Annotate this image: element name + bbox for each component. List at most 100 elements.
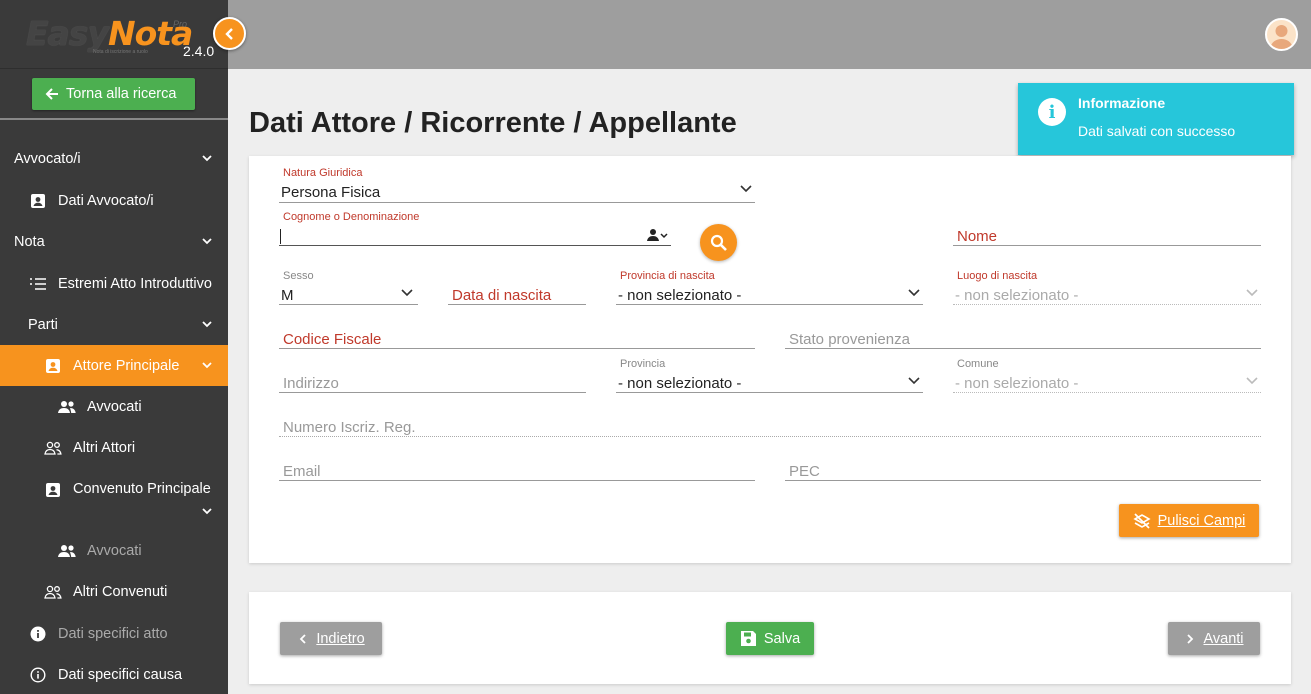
contact-card-icon	[44, 357, 62, 375]
save-label: Salva	[763, 630, 801, 647]
layers-clear-icon	[1132, 512, 1151, 529]
sidebar-item-altri-convenuti[interactable]: Altri Convenuti	[0, 571, 228, 612]
chevron-down-icon	[202, 238, 212, 245]
chevron-down-icon	[1246, 377, 1258, 385]
text-cursor	[280, 229, 281, 244]
save-icon	[740, 631, 756, 646]
chevron-down-icon	[908, 289, 920, 297]
pec-input[interactable]: PEC	[785, 461, 1261, 481]
sidebar-item-convenuto-principale[interactable]: Convenuto Principale	[0, 469, 228, 527]
numero-iscrizione-input[interactable]: Numero Iscriz. Reg.	[279, 417, 1261, 437]
sidebar-item-label: Convenuto Principale	[73, 481, 211, 497]
sidebar-item-estremi-atto[interactable]: Estremi Atto Introduttivo	[0, 263, 228, 304]
sidebar-item-dati-specifici-atto[interactable]: Dati specifici atto	[0, 613, 228, 654]
field-value: Persona Fisica	[281, 184, 381, 201]
sidebar-item-dati-avvocati[interactable]: Dati Avvocato/i	[0, 180, 228, 221]
email-input[interactable]: Email	[279, 461, 755, 481]
top-bar	[228, 0, 1311, 69]
provincia-select[interactable]: Provincia - non selezionato -	[616, 358, 923, 393]
chevron-down-icon	[1246, 289, 1258, 297]
person-type-dropdown-icon[interactable]	[647, 228, 669, 242]
chevron-down-icon	[202, 321, 212, 328]
chevron-down-icon	[908, 377, 920, 385]
sidebar-item-label: Altri Attori	[73, 439, 136, 456]
field-placeholder: Stato provenienza	[789, 331, 910, 348]
sidebar-section-nota[interactable]: Nota	[0, 221, 228, 262]
sidebar-item-attore-principale[interactable]: Attore Principale	[0, 345, 228, 386]
logo-pro-label: Pro	[173, 19, 188, 29]
search-icon	[710, 234, 727, 251]
field-placeholder: Indirizzo	[283, 375, 339, 392]
arrow-left-icon	[45, 88, 58, 100]
sidebar-item-label: Altri Convenuti	[73, 583, 168, 600]
field-label: Provincia	[620, 358, 666, 370]
luogo-nascita-select[interactable]: Luogo di nascita - non selezionato -	[953, 270, 1261, 305]
field-value: M	[281, 287, 294, 304]
logo-area: EasyNota Pro Nota di iscrizione a ruolo …	[0, 0, 228, 69]
back-label: Indietro	[316, 630, 365, 647]
field-placeholder: Data di nascita	[452, 287, 552, 304]
avatar[interactable]	[1265, 18, 1298, 51]
sidebar-item-label: Nota	[14, 233, 45, 250]
field-value: - non selezionato -	[618, 287, 742, 304]
chevron-down-icon	[740, 185, 752, 193]
toast-notification[interactable]: i Informazione Dati salvati con successo	[1018, 83, 1294, 155]
contact-card-icon	[44, 481, 62, 499]
sidebar-item-avvocati-convenuto[interactable]: Avvocati	[0, 530, 228, 571]
field-placeholder: Email	[283, 463, 321, 480]
field-placeholder: Nome	[957, 228, 998, 245]
save-button[interactable]: Salva	[726, 622, 814, 655]
sidebar-item-label: Dati Avvocato/i	[58, 192, 154, 209]
next-button[interactable]: Avanti	[1168, 622, 1260, 655]
info-outline-icon	[29, 666, 47, 684]
field-label: Comune	[957, 358, 999, 370]
contact-card-icon	[29, 192, 47, 210]
info-icon	[29, 625, 47, 643]
back-to-search-label: Torna alla ricerca	[66, 86, 177, 102]
stato-provenienza-input[interactable]: Stato provenienza	[785, 329, 1261, 349]
sidebar-section-parti[interactable]: Parti	[0, 304, 228, 345]
app-version: 2.4.0	[183, 43, 215, 59]
sidebar-item-label: Avvocati	[87, 542, 142, 559]
toast-title: Informazione	[1078, 95, 1166, 111]
search-button[interactable]	[700, 224, 737, 261]
back-to-search-button[interactable]: Torna alla ricerca	[32, 78, 195, 110]
chevron-down-icon	[202, 155, 212, 162]
chevron-left-icon	[300, 633, 306, 644]
sidebar-section-avvocati[interactable]: Avvocato/i	[0, 138, 228, 179]
clear-fields-button[interactable]: Pulisci Campi	[1119, 504, 1259, 537]
clear-fields-label: Pulisci Campi	[1157, 512, 1246, 529]
collapse-sidebar-button[interactable]	[213, 17, 246, 50]
comune-select[interactable]: Comune - non selezionato -	[953, 358, 1261, 393]
back-button[interactable]: Indietro	[280, 622, 382, 655]
app-logo: EasyNota	[26, 14, 193, 53]
indirizzo-input[interactable]: Indirizzo	[279, 373, 586, 393]
toast-message: Dati salvati con successo	[1078, 123, 1236, 139]
sesso-select[interactable]: Sesso M	[279, 270, 418, 305]
field-value: - non selezionato -	[618, 375, 742, 392]
cognome-input[interactable]: Cognome o Denominazione	[279, 211, 671, 246]
sidebar-item-label: Attore Principale	[73, 357, 180, 374]
nome-input[interactable]: Nome	[953, 226, 1261, 246]
field-label: Cognome o Denominazione	[283, 211, 420, 223]
sidebar-item-label: Avvocati	[87, 398, 142, 415]
sidebar-item-altri-attori[interactable]: Altri Attori	[0, 427, 228, 468]
checklist-icon	[29, 275, 47, 293]
sidebar-item-avvocati-attore[interactable]: Avvocati	[0, 386, 228, 427]
field-label: Natura Giuridica	[283, 167, 363, 179]
field-placeholder: Numero Iscriz. Reg.	[283, 419, 416, 436]
people-icon	[58, 542, 76, 560]
people-outline-icon	[44, 583, 62, 601]
codice-fiscale-input[interactable]: Codice Fiscale	[279, 329, 755, 349]
field-label: Luogo di nascita	[957, 270, 1038, 282]
data-nascita-input[interactable]: Data di nascita	[448, 284, 586, 305]
sidebar-item-label: Dati specifici atto	[58, 625, 168, 642]
field-placeholder: PEC	[789, 463, 820, 480]
sidebar-item-label: Parti	[28, 316, 58, 333]
sidebar-item-dati-specifici-causa[interactable]: Dati specifici causa	[0, 654, 228, 694]
field-placeholder: Codice Fiscale	[283, 331, 382, 348]
chevron-right-icon	[1187, 633, 1194, 644]
natura-giuridica-select[interactable]: Natura Giuridica Persona Fisica	[279, 167, 755, 203]
provincia-nascita-select[interactable]: Provincia di nascita - non selezionato -	[616, 270, 923, 305]
people-outline-icon	[44, 439, 62, 457]
